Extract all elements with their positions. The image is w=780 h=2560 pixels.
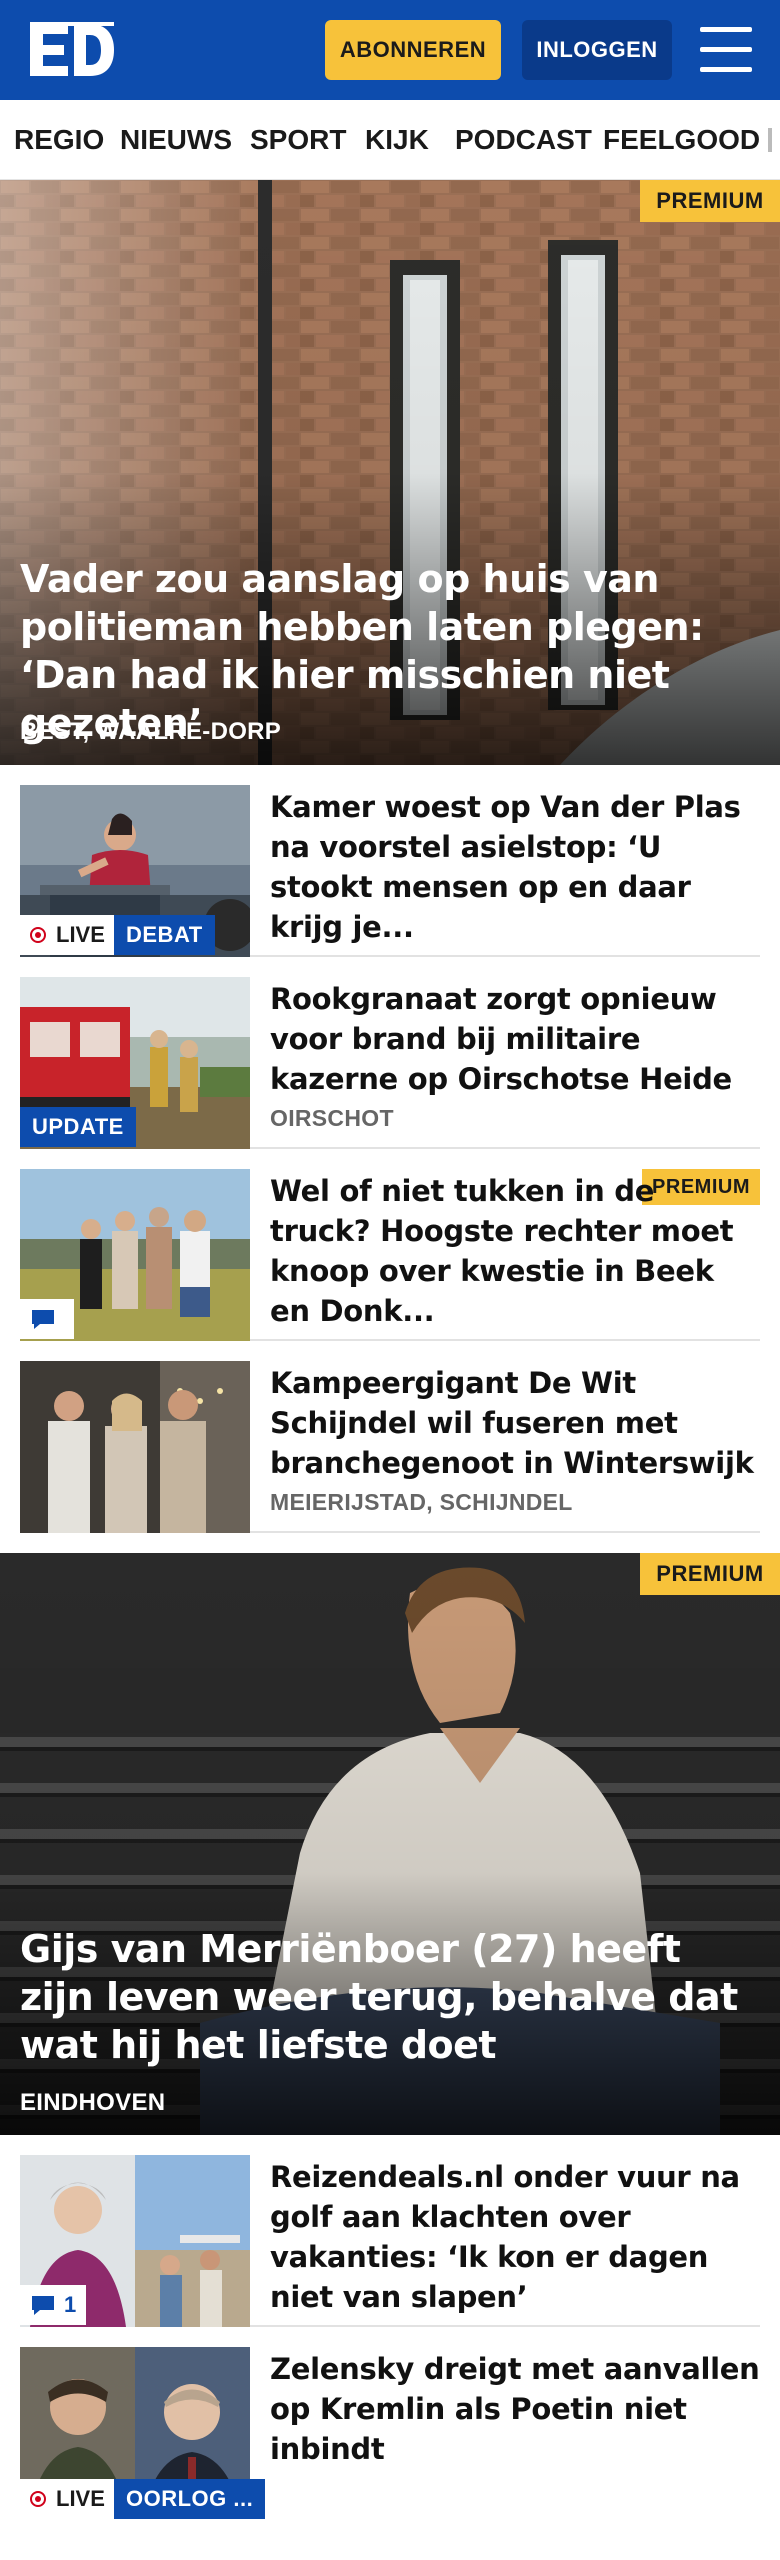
premium-badge: PREMIUM [640, 180, 780, 222]
comment-count-tag[interactable]: 1 [20, 2285, 87, 2325]
list-item[interactable]: UPDATE Rookgranaat zorgt opnieuw voor br… [20, 977, 760, 1149]
article-title[interactable]: Kampeergigant De Wit Schijndel wil fuser… [270, 1363, 760, 1483]
list-item[interactable]: PREMIUM Wel of niet tukken in de truck? … [20, 1169, 760, 1341]
article-location: OIRSCHOT [270, 1105, 394, 1131]
nav-item-nieuws[interactable]: NIEUWS [120, 124, 232, 156]
article-thumbnail [20, 1361, 250, 1533]
list-item[interactable]: LIVE DEBAT Kamer woest op Van der Plas n… [20, 785, 760, 957]
list-item[interactable]: 1 Reizendeals.nl onder vuur na golf aan … [20, 2155, 760, 2327]
hero-article-2[interactable]: PREMIUM Gijs van Merriënboer (27) heeft … [0, 1553, 780, 2135]
live-tag: LIVE [20, 2479, 114, 2519]
hamburger-menu-icon[interactable] [700, 27, 752, 73]
section-nav: REGIO NIEUWS SPORT KIJK PODCAST FEELGOOD [0, 100, 780, 180]
hero-location: BEST, WAALRE-DORP [20, 718, 282, 745]
nav-item-podcast[interactable]: PODCAST [455, 124, 592, 156]
login-button[interactable]: INLOGGEN [522, 20, 672, 80]
comment-icon [32, 1310, 54, 1329]
article-title[interactable]: Rookgranaat zorgt opnieuw voor brand bij… [270, 979, 760, 1099]
nav-item-kijk[interactable]: KIJK [365, 124, 429, 156]
subscribe-button[interactable]: ABONNEREN [325, 20, 501, 80]
hero-location: EINDHOVEN [20, 2089, 166, 2116]
live-dot-icon [30, 2491, 46, 2507]
list-item[interactable]: LIVE OORLOG ... Zelensky dreigt met aanv… [20, 2347, 760, 2519]
premium-badge: PREMIUM [640, 1553, 780, 1595]
list-item[interactable]: Kampeergigant De Wit Schijndel wil fuser… [20, 1361, 760, 1533]
nav-item-feelgood[interactable]: FEELGOOD [603, 124, 760, 156]
nav-overflow-indicator [768, 128, 772, 152]
update-tag: UPDATE [20, 1107, 136, 1147]
ed-logo[interactable]: ED [28, 22, 116, 78]
article-title[interactable]: Wel of niet tukken in de truck? Hoogste … [270, 1171, 760, 1331]
top-bar: ED ABONNEREN INLOGGEN [0, 0, 780, 100]
nav-item-regio[interactable]: REGIO [14, 124, 104, 156]
article-title[interactable]: Kamer woest op Van der Plas na voorstel … [270, 787, 760, 947]
hero-article-1[interactable]: PREMIUM Vader zou aanslag op huis van po… [0, 180, 780, 765]
category-tag: DEBAT [114, 915, 215, 955]
article-location: MEIERIJSTAD, SCHIJNDEL [270, 1489, 573, 1515]
live-tag: LIVE [20, 915, 114, 955]
article-title[interactable]: Zelensky dreigt met aanvallen op Kremlin… [270, 2349, 760, 2469]
nav-item-sport[interactable]: SPORT [250, 124, 346, 156]
live-dot-icon [30, 927, 46, 943]
category-tag: OORLOG ... [114, 2479, 266, 2519]
comment-tag[interactable] [20, 1299, 74, 1339]
article-title[interactable]: Reizendeals.nl onder vuur na golf aan kl… [270, 2157, 760, 2317]
comment-icon [32, 2296, 54, 2315]
hero-title[interactable]: Gijs van Merriënboer (27) heeft zijn lev… [20, 1925, 760, 2069]
comment-count: 1 [64, 2292, 77, 2317]
